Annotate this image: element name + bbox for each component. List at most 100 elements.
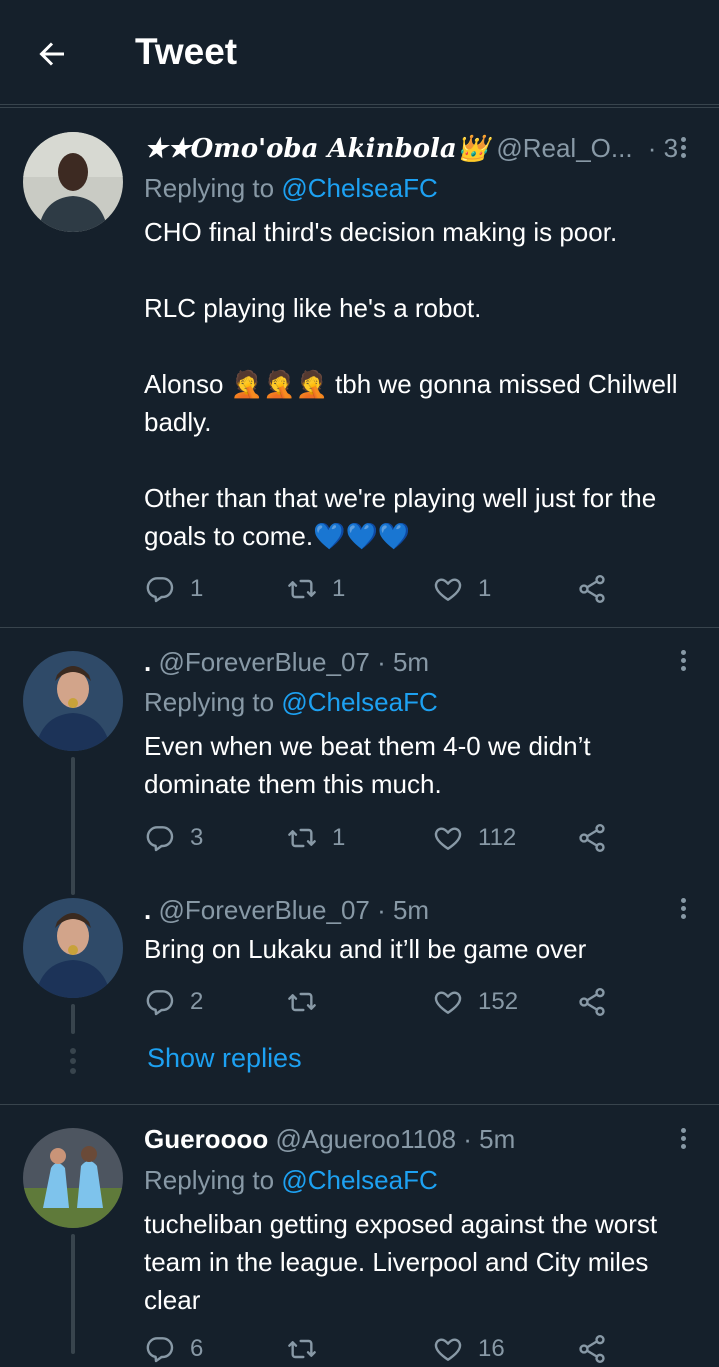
back-button[interactable] — [34, 36, 70, 72]
share-button[interactable] — [576, 984, 608, 1020]
display-name[interactable]: . — [144, 895, 151, 925]
retweet-icon — [288, 828, 316, 848]
avatar[interactable] — [23, 1128, 123, 1228]
more-icon[interactable] — [677, 1125, 689, 1155]
top-bar: Tweet — [0, 0, 719, 105]
replying-to-label: Replying to — [144, 173, 275, 203]
like-count: 16 — [478, 1335, 505, 1362]
retweet-icon — [288, 1339, 316, 1359]
replying-to-label: Replying to — [144, 1165, 275, 1195]
retweet-count: 1 — [332, 824, 346, 851]
tweet-text: Bring on Lukaku and it’ll be game over — [144, 934, 587, 964]
avatar-image — [23, 132, 123, 232]
action-bar: 2 152 — [144, 984, 624, 1020]
display-name[interactable]: ★★Omo'oba Akinbola👑 — [144, 134, 489, 164]
reply-button[interactable]: 1 — [144, 571, 203, 607]
tweet-meta: ★★Omo'oba Akinbola👑 @Real_O... · 3m — [144, 130, 679, 166]
action-bar: 1 1 1 — [144, 571, 624, 607]
more-icon[interactable] — [677, 134, 689, 164]
reply-icon — [146, 990, 174, 1016]
avatar-image — [23, 651, 123, 751]
reply-count: 2 — [190, 988, 204, 1015]
retweet-button[interactable] — [286, 1331, 332, 1367]
action-bar: 3 1 112 — [144, 820, 624, 856]
avatar-image — [23, 898, 123, 998]
share-icon — [579, 824, 605, 852]
tweet-meta: . @ForeverBlue_07 · 5m — [144, 644, 679, 680]
back-arrow-icon — [39, 42, 64, 66]
reply-button[interactable]: 2 — [144, 984, 203, 1020]
reply-icon — [146, 577, 174, 603]
avatar-image — [23, 1128, 123, 1228]
thread-line — [71, 1234, 75, 1354]
display-name[interactable]: Gueroooo — [144, 1124, 268, 1154]
replying-to: Replying to @ChelseaFC — [144, 684, 438, 720]
tweet-text: CHO final third's decision making is poo… — [144, 217, 678, 551]
retweet-button[interactable] — [286, 984, 332, 1020]
reply-icon — [146, 826, 174, 852]
handle[interactable]: @ForeverBlue_07 — [158, 895, 369, 925]
timestamp: · 5m — [377, 895, 430, 925]
like-icon — [434, 1338, 462, 1361]
like-count: 112 — [478, 824, 517, 851]
handle[interactable]: @Agueroo1108 — [275, 1124, 456, 1154]
like-button[interactable]: 152 — [432, 984, 518, 1020]
tweet-text: Even when we beat them 4-0 we didn’t dom… — [144, 731, 591, 799]
retweet-button[interactable]: 1 — [286, 571, 345, 607]
retweet-icon — [288, 992, 316, 1012]
timestamp: · 3m — [647, 133, 679, 163]
tweet-meta: . @ForeverBlue_07 · 5m — [144, 892, 679, 928]
reply-button[interactable]: 6 — [144, 1331, 203, 1367]
replying-to-link[interactable]: @ChelseaFC — [281, 1165, 437, 1195]
handle[interactable]: @ForeverBlue_07 — [158, 647, 369, 677]
share-button[interactable] — [576, 820, 608, 856]
handle[interactable]: @Real_O... — [496, 133, 632, 163]
replying-to-link[interactable]: @ChelseaFC — [281, 687, 437, 717]
action-bar: 6 16 — [144, 1331, 624, 1367]
more-icon[interactable] — [677, 895, 689, 925]
show-replies-link[interactable]: Show replies — [147, 1043, 302, 1074]
like-button[interactable]: 1 — [432, 571, 491, 607]
avatar[interactable] — [23, 898, 123, 998]
retweet-button[interactable]: 1 — [286, 820, 345, 856]
tweet-text: tucheliban getting exposed against the w… — [144, 1209, 658, 1315]
share-icon — [579, 1335, 605, 1363]
thread-line — [71, 1004, 75, 1034]
reply-button[interactable]: 3 — [144, 820, 203, 856]
display-name[interactable]: . — [144, 647, 151, 677]
tweet[interactable]: Gueroooo @Agueroo1108 · 5m Replying to @… — [0, 1105, 719, 1363]
replying-to-label: Replying to — [144, 687, 275, 717]
like-count: 1 — [478, 575, 492, 602]
page-title: Tweet — [135, 31, 238, 72]
reply-count: 1 — [190, 575, 204, 602]
like-button[interactable]: 16 — [432, 1331, 505, 1367]
retweet-count: 1 — [332, 575, 346, 602]
reply-icon — [146, 1337, 174, 1363]
like-icon — [434, 991, 462, 1014]
replying-to-link[interactable]: @ChelseaFC — [281, 173, 437, 203]
reply-count: 6 — [190, 1335, 204, 1362]
reply-count: 3 — [190, 824, 204, 851]
tweet[interactable]: . @ForeverBlue_07 · 5m Replying to @Chel… — [0, 629, 719, 895]
tweet[interactable]: . @ForeverBlue_07 · 5m Bring on Lukaku a… — [0, 890, 719, 1104]
share-icon — [579, 575, 605, 603]
share-button[interactable] — [576, 571, 608, 607]
like-icon — [434, 827, 462, 850]
replying-to: Replying to @ChelseaFC — [144, 170, 438, 206]
retweet-icon — [288, 579, 316, 599]
share-button[interactable] — [576, 1331, 608, 1367]
more-replies-dots — [69, 1048, 77, 1078]
thread-line — [71, 757, 75, 895]
avatar[interactable] — [23, 132, 123, 232]
timestamp: · 5m — [377, 647, 430, 677]
more-icon[interactable] — [677, 647, 689, 677]
tweet-meta: Gueroooo @Agueroo1108 · 5m — [144, 1121, 679, 1157]
tweet[interactable]: ★★Omo'oba Akinbola👑 @Real_O... · 3m Repl… — [0, 108, 719, 628]
timestamp: · 5m — [463, 1124, 516, 1154]
like-count: 152 — [478, 988, 519, 1015]
share-icon — [579, 988, 605, 1016]
like-icon — [434, 578, 462, 601]
avatar[interactable] — [23, 651, 123, 751]
like-button[interactable]: 112 — [432, 820, 516, 856]
replying-to: Replying to @ChelseaFC — [144, 1162, 438, 1198]
